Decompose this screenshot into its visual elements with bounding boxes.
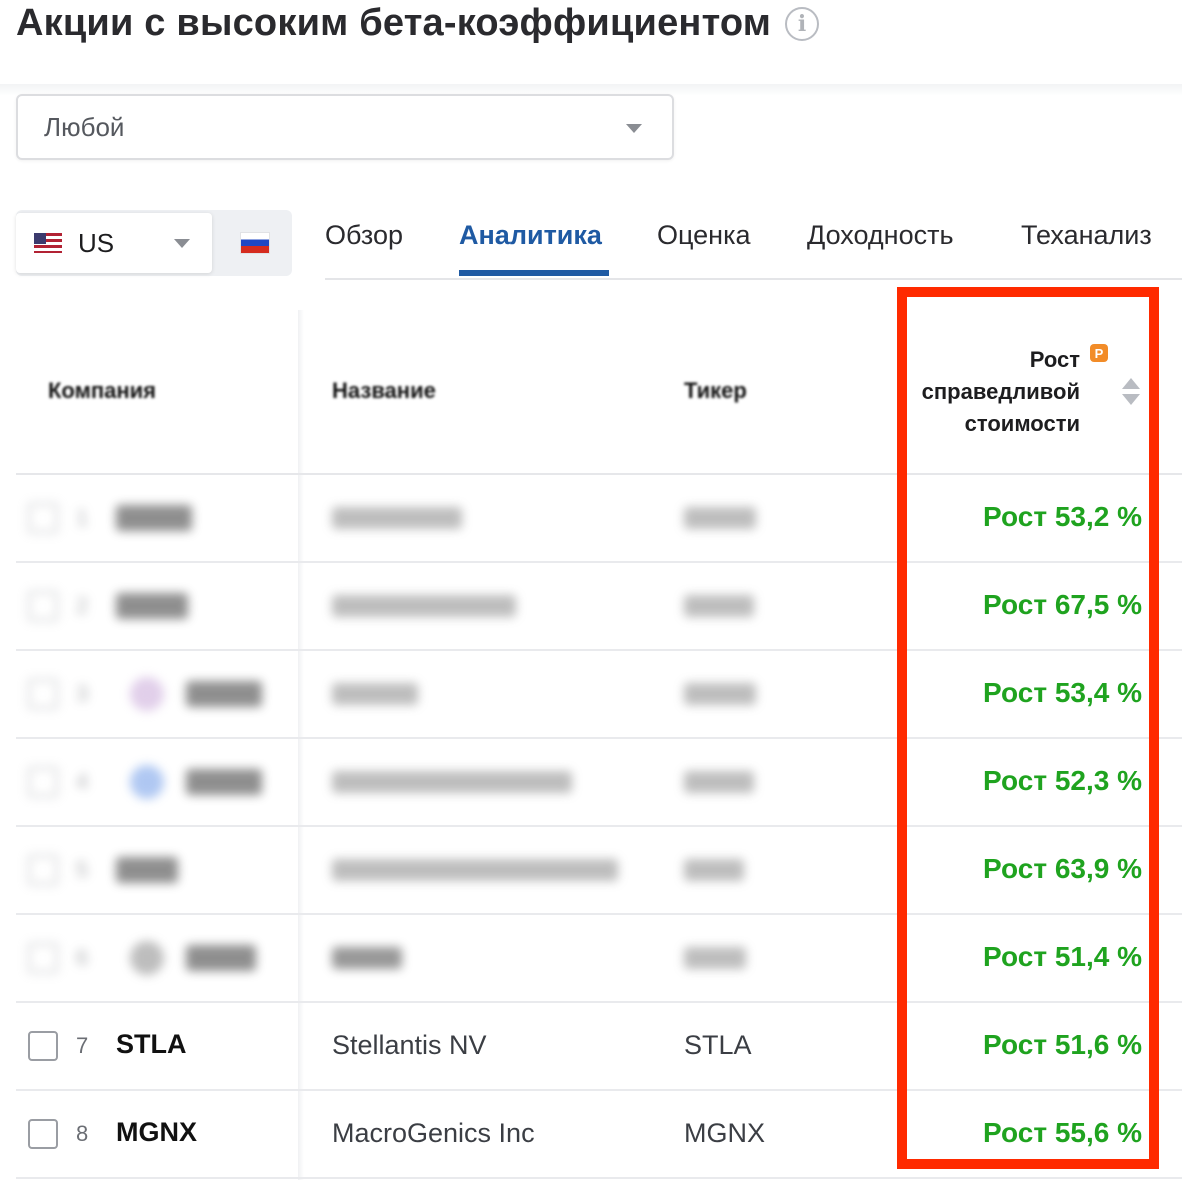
table-row[interactable]: 8 MGNX MacroGenics Inc MGNX Рост 55,6 % [16, 1091, 1182, 1179]
fair-value-growth: Рост 51,4 % [983, 941, 1142, 972]
tab-technical[interactable]: Теханализ [1021, 220, 1152, 251]
ticker-placeholder [684, 595, 754, 617]
company-logo [130, 765, 164, 799]
fair-value-growth: Рост 51,6 % [983, 1029, 1142, 1060]
header-fair-value-growth[interactable]: Рост справедливой стоимости [904, 344, 1080, 440]
tab-valuation[interactable]: Оценка [657, 220, 751, 251]
row-checkbox[interactable] [28, 767, 58, 797]
header-ticker[interactable]: Тикер [684, 378, 747, 404]
row-number: 3 [76, 681, 89, 706]
filter-dropdown[interactable]: Любой [16, 94, 674, 160]
market-select-value: US [78, 227, 115, 258]
ticker-placeholder [186, 769, 262, 795]
row-number: 7 [76, 1033, 89, 1058]
row-checkbox[interactable] [28, 591, 58, 621]
row-ticker[interactable]: STLA [116, 1029, 187, 1060]
fair-value-growth: Рост 52,3 % [983, 765, 1142, 796]
header-company[interactable]: Компания [48, 378, 156, 404]
table-row[interactable]: 2 Рост 67,5 % [16, 563, 1182, 651]
table-row[interactable]: 7 STLA Stellantis NV STLA Рост 51,6 % [16, 1003, 1182, 1091]
row-ticker-symbol: STLA [684, 1030, 752, 1060]
tab-returns[interactable]: Доходность [807, 220, 954, 251]
fair-value-growth: Рост 55,6 % [983, 1117, 1142, 1148]
tab-bar: Обзор Аналитика Оценка Доходность Техана… [325, 212, 1182, 280]
page-title-text: Акции с высоким бета-коэффициентом [16, 2, 772, 44]
info-icon[interactable]: i [785, 6, 820, 41]
ticker-placeholder [684, 771, 754, 793]
row-number: 2 [76, 593, 89, 618]
ticker-placeholder [186, 945, 256, 971]
ticker-placeholder [684, 859, 744, 881]
fair-value-growth: Рост 53,2 % [983, 501, 1142, 532]
company-logo [130, 941, 164, 975]
header-name[interactable]: Название [332, 378, 436, 404]
row-number: 6 [76, 945, 89, 970]
row-number: 4 [76, 769, 89, 794]
row-checkbox[interactable] [28, 1031, 58, 1061]
sort-icon[interactable] [1122, 378, 1140, 408]
ticker-placeholder [684, 683, 756, 705]
row-blurred-content: 1 [16, 475, 896, 561]
row-checkbox[interactable] [28, 943, 58, 973]
ticker-placeholder [684, 507, 756, 529]
premium-icon: P [1090, 344, 1108, 362]
row-blurred-content: 4 [16, 739, 896, 825]
row-number: 1 [76, 505, 89, 530]
tab-analytics[interactable]: Аналитика [459, 220, 602, 251]
row-blurred-content: 5 [16, 827, 896, 913]
page-title: Акции с высоким бета-коэффициентом i [16, 2, 820, 45]
row-company-name: Stellantis NV [332, 1030, 487, 1060]
row-ticker[interactable]: MGNX [116, 1117, 197, 1148]
row-company-name: MacroGenics Inc [332, 1118, 535, 1148]
row-checkbox[interactable] [28, 855, 58, 885]
name-placeholder [332, 507, 462, 529]
name-placeholder [332, 859, 618, 881]
table-row[interactable]: 6 Рост 51,4 % [16, 915, 1182, 1003]
chevron-down-icon [174, 239, 190, 248]
fair-value-growth: Рост 63,9 % [983, 853, 1142, 884]
active-tab-indicator [459, 270, 609, 276]
row-blurred-content: 3 [16, 651, 896, 737]
row-number: 5 [76, 857, 89, 882]
row-blurred-content: 6 [16, 915, 896, 1001]
fair-value-growth: Рост 53,4 % [983, 677, 1142, 708]
ticker-placeholder [186, 681, 262, 707]
ticker-placeholder [684, 947, 746, 969]
ticker-placeholder [116, 593, 188, 619]
table-row[interactable]: 3 Рост 53,4 % [16, 651, 1182, 739]
row-blurred-content: 2 [16, 563, 896, 649]
row-ticker-symbol: MGNX [684, 1118, 765, 1148]
tab-overview[interactable]: Обзор [325, 220, 403, 251]
ticker-placeholder [116, 505, 192, 531]
chevron-down-icon [626, 124, 642, 133]
name-placeholder [332, 947, 402, 969]
row-checkbox[interactable] [28, 1119, 58, 1149]
row-number: 8 [76, 1121, 89, 1146]
table-row[interactable]: 5 Рост 63,9 % [16, 827, 1182, 915]
fair-value-growth: Рост 67,5 % [983, 589, 1142, 620]
table-row[interactable]: 1 Рост 53,2 % [16, 475, 1182, 563]
row-checkbox[interactable] [28, 503, 58, 533]
table-row[interactable]: 4 Рост 52,3 % [16, 739, 1182, 827]
market-select[interactable]: US [16, 213, 212, 273]
name-placeholder [332, 595, 516, 617]
name-placeholder [332, 771, 572, 793]
ru-flag-icon[interactable] [241, 233, 269, 253]
row-checkbox[interactable] [28, 679, 58, 709]
row-divider [16, 1177, 1182, 1179]
company-logo [130, 677, 164, 711]
name-placeholder [332, 683, 418, 705]
filter-dropdown-value: Любой [44, 111, 125, 142]
us-flag-icon [34, 233, 62, 253]
ticker-placeholder [116, 857, 178, 883]
